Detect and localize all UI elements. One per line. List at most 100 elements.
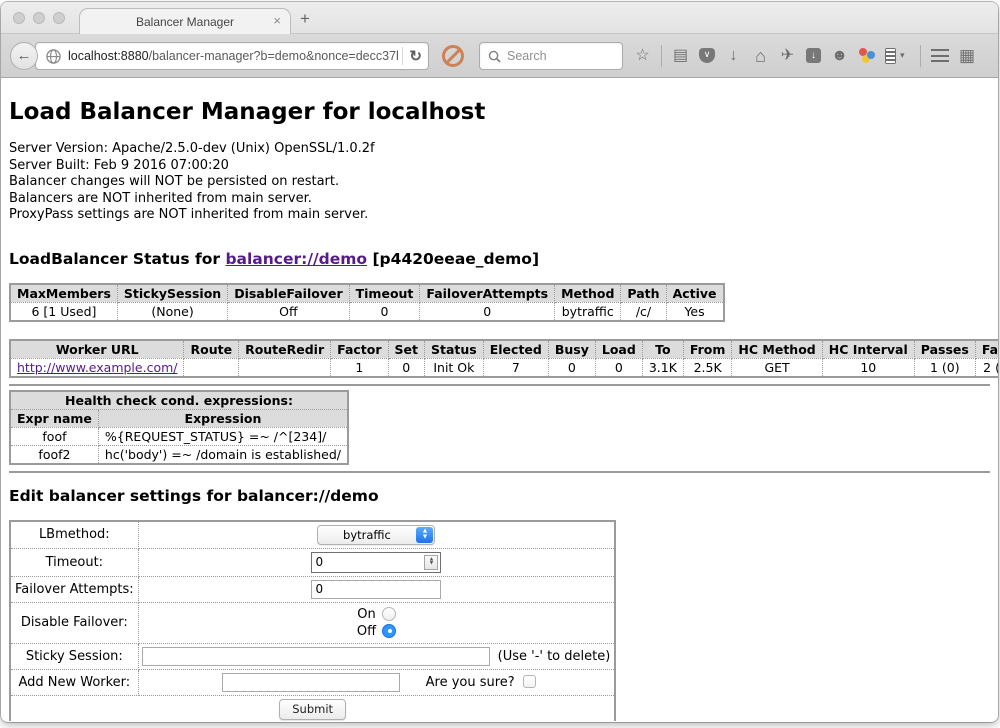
url-path: /balancer-manager?b=demo&nonce=decc37be-… [149, 49, 398, 63]
chat-icon[interactable]: ☻ [831, 48, 848, 64]
lbmethod-label: LBmethod: [10, 521, 138, 549]
cell: GET [732, 358, 822, 377]
server-info-line: Balancer changes will NOT be persisted o… [9, 174, 990, 191]
downloads-icon[interactable]: ↓ [725, 48, 742, 64]
url-bar[interactable]: localhost:8880/balancer-manager?b=demo&n… [35, 42, 429, 70]
form-row: Failover Attempts: [10, 576, 615, 602]
battery-extension-icon[interactable] [885, 48, 896, 64]
form-row: Submit [10, 695, 615, 721]
tab-title: Balancer Manager [136, 15, 234, 29]
sticky-session-input[interactable] [142, 647, 490, 666]
column-header: HC Method [732, 340, 822, 359]
worker-url-link[interactable]: http://www.example.com/ [17, 360, 177, 375]
reading-list-icon[interactable]: ▤ [672, 48, 689, 64]
balancer-link[interactable]: balancer://demo [225, 250, 367, 268]
urlbar-divider [402, 47, 403, 65]
health-table-title: Health check cond. expressions: [10, 391, 348, 410]
cell: Yes [666, 302, 723, 321]
toolbar-divider [920, 45, 921, 67]
minimize-window-button[interactable] [33, 12, 45, 24]
column-header: Expr name [10, 409, 98, 427]
colors-extension-icon[interactable] [858, 48, 875, 64]
form-row: Sticky Session: (Use '-' to delete) [10, 643, 615, 669]
column-header: Timeout [349, 284, 420, 303]
cell: 7 [483, 358, 548, 377]
cell: Off [228, 302, 349, 321]
tab-close-icon[interactable]: × [273, 14, 281, 27]
table-row: 6 [1 Used] (None) Off 0 0 bytraffic /c/ … [10, 302, 724, 321]
confirm-checkbox[interactable] [523, 675, 536, 688]
column-header: Set [388, 340, 424, 359]
column-header: Fails [975, 340, 998, 359]
content-blocked-icon[interactable] [442, 45, 464, 67]
timeout-input[interactable] [311, 552, 441, 573]
cell: 2 (0) [975, 358, 998, 377]
column-header: Elected [483, 340, 548, 359]
back-button[interactable]: ← [10, 42, 38, 70]
cell: 0 [349, 302, 420, 321]
bookmark-star-icon[interactable]: ☆ [634, 48, 651, 64]
cell: 6 [1 Used] [10, 302, 117, 321]
cell: Init Ok [425, 358, 484, 377]
form-row: LBmethod: bytraffic ▲▼ [10, 521, 615, 549]
submit-button[interactable]: Submit [279, 699, 346, 720]
confirm-label: Are you sure? [426, 675, 515, 690]
failover-attempts-label: Failover Attempts: [10, 576, 138, 602]
form-row: Add New Worker: Are you sure? [10, 669, 615, 695]
overflow-caret-icon[interactable]: ▾ [900, 50, 910, 61]
send-tab-icon[interactable]: ✈ [779, 48, 796, 64]
disable-failover-label: Disable Failover: [10, 602, 138, 643]
cell: 10 [822, 358, 914, 377]
zoom-window-button[interactable] [53, 12, 65, 24]
failover-off-radio[interactable] [382, 624, 396, 638]
add-worker-input[interactable] [222, 673, 400, 692]
save-page-icon[interactable]: ↓ [806, 48, 821, 63]
cell: 3.1K [642, 358, 683, 377]
globe-icon [46, 49, 61, 64]
column-header: From [683, 340, 732, 359]
home-icon[interactable]: ⌂ [752, 47, 769, 65]
page-content: Load Balancer Manager for localhost Serv… [1, 78, 998, 721]
search-icon [488, 50, 501, 63]
server-info: Server Version: Apache/2.5.0-dev (Unix) … [9, 141, 990, 224]
number-stepper-icon[interactable]: ▲▼ [424, 555, 438, 570]
browser-window: Balancer Manager × + ← localhost:8880/ba… [1, 2, 998, 722]
new-tab-button[interactable]: + [300, 9, 310, 29]
failover-attempts-input[interactable] [311, 580, 441, 599]
apps-grid-icon[interactable]: ▦ [959, 46, 979, 66]
column-header: FailoverAttempts [420, 284, 555, 303]
table-row: foof2 hc('body') =~ /domain is establish… [10, 445, 348, 464]
column-header: Method [555, 284, 621, 303]
search-box[interactable] [479, 42, 623, 70]
worker-table: Worker URL Route RouteRedir Factor Set S… [9, 339, 998, 378]
menu-button[interactable] [931, 49, 949, 62]
pocket-icon[interactable]: ∨ [699, 48, 715, 63]
failover-on-radio[interactable] [382, 607, 396, 621]
cell: %{REQUEST_STATUS} =~ /^[234]/ [98, 427, 348, 445]
cell: foof [10, 427, 98, 445]
cell [239, 358, 331, 377]
section-divider [9, 471, 990, 473]
form-row: Timeout: ▲▼ [10, 548, 615, 576]
titlebar: Balancer Manager × + [1, 2, 998, 34]
cell: 0 [420, 302, 555, 321]
page-title: Load Balancer Manager for localhost [9, 99, 990, 125]
navigation-toolbar: ← localhost:8880/balancer-manager?b=demo… [1, 34, 998, 78]
cell: 1 [331, 358, 388, 377]
reload-button[interactable]: ↻ [409, 47, 422, 65]
column-header: Path [621, 284, 666, 303]
window-controls [13, 12, 65, 24]
table-row: http://www.example.com/ 1 0 Init Ok 7 0 … [10, 358, 998, 377]
toolbar-divider [661, 45, 662, 67]
column-header: MaxMembers [10, 284, 117, 303]
add-worker-label: Add New Worker: [10, 669, 138, 695]
lbmethod-select[interactable]: bytraffic ▲▼ [317, 525, 435, 545]
column-header: Active [666, 284, 723, 303]
search-input[interactable] [507, 49, 614, 63]
table-header-row: MaxMembers StickySession DisableFailover… [10, 284, 724, 303]
tab-balancer-manager[interactable]: Balancer Manager × [79, 8, 291, 35]
toolbar-icons: ☆ ▤ ∨ ↓ ⌂ ✈ ↓ ☻ ▾ ▦ [634, 34, 998, 77]
form-row: Disable Failover: On Off [10, 602, 615, 643]
close-window-button[interactable] [13, 12, 25, 24]
column-header: Expression [98, 409, 348, 427]
